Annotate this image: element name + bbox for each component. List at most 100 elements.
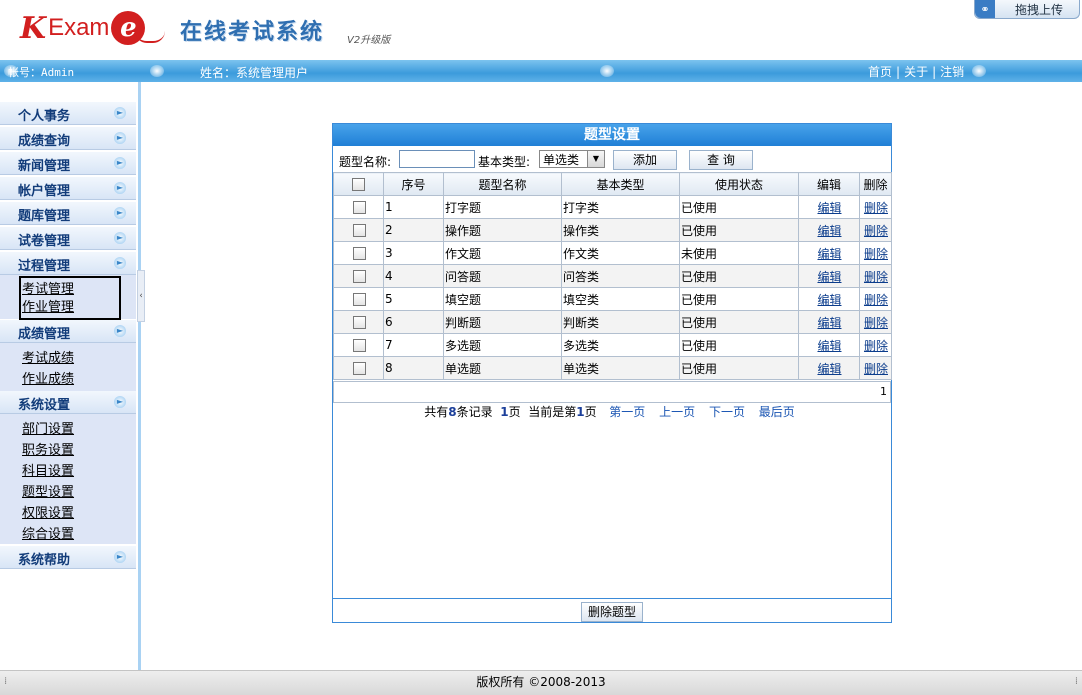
menu-question-bank[interactable]: 题库管理 ► <box>0 202 136 225</box>
sidebar-item-permission-settings[interactable]: 权限设置 <box>22 502 74 521</box>
delete-link[interactable]: 删除 <box>864 270 888 284</box>
next-page-link[interactable]: 下一页 <box>709 405 745 419</box>
table-row: 6 判断题 判断类 已使用 编辑 删除 <box>333 310 892 334</box>
row-select-cell <box>333 195 384 219</box>
row-select-cell <box>333 241 384 265</box>
row-base-type: 多选类 <box>561 333 680 357</box>
sidebar-item-homework-scores[interactable]: 作业成绩 <box>22 368 74 387</box>
column-header: 编辑 <box>798 172 860 196</box>
user-info-bar: 帐号：Admin 姓名：系统管理用户 首页 | 关于 | 注销 <box>0 60 1082 82</box>
sidebar-item-position-settings[interactable]: 职务设置 <box>22 439 74 458</box>
menu-score-management[interactable]: 成绩管理 ► <box>0 320 136 343</box>
about-link[interactable]: 关于 <box>904 65 928 79</box>
pager-pages: 1 <box>500 405 509 419</box>
menu-title-label: 成绩管理 <box>18 327 71 342</box>
edit-link[interactable]: 编辑 <box>817 362 841 376</box>
row-type-name: 作文题 <box>443 241 562 265</box>
row-checkbox[interactable] <box>352 247 366 260</box>
menu-title-label: 题库管理 <box>18 209 71 224</box>
base-type-value: 单选类 <box>543 153 580 167</box>
menu-system-help[interactable]: 系统帮助 ► <box>0 546 136 569</box>
pager-total-prefix: 共有 <box>424 405 449 419</box>
row-status: 已使用 <box>679 195 799 219</box>
edit-link[interactable]: 编辑 <box>817 224 841 238</box>
select-all-checkbox[interactable] <box>352 178 365 191</box>
row-number: 8 <box>383 356 444 380</box>
glow-decoration <box>600 65 614 77</box>
row-checkbox[interactable] <box>352 293 366 306</box>
app-logo: K Exam e <box>20 8 166 48</box>
menu-personal-affairs[interactable]: 个人事务 ► <box>0 102 136 125</box>
delete-link[interactable]: 删除 <box>864 201 888 215</box>
filter-bar: 题型名称: 基本类型: 单选类 ▼ 添加 查 询 <box>333 146 891 172</box>
row-number: 1 <box>383 195 444 219</box>
menu-arrow-icon: ► <box>114 232 126 244</box>
row-type-name: 填空题 <box>443 287 562 311</box>
base-type-select[interactable]: 单选类 ▼ <box>539 150 605 168</box>
chevron-down-icon[interactable]: ▼ <box>587 151 604 167</box>
row-base-type: 单选类 <box>561 356 680 380</box>
sidebar: 个人事务 ► 成绩查询 ► 新闻管理 ► 帐户管理 ► 题库管理 ► 试卷管理 ► 过程管理… <box>0 82 141 670</box>
menu-process-management[interactable]: 过程管理 ► <box>0 252 136 275</box>
menu-score-query[interactable]: 成绩查询 ► <box>0 127 136 150</box>
row-checkbox[interactable] <box>352 362 366 375</box>
sidebar-item-general-settings[interactable]: 综合设置 <box>22 523 74 542</box>
edit-link-cell: 编辑 <box>798 310 860 334</box>
pager: 共有8条记录 1页 当前是第1页 第一页 上一页 下一页 最后页 <box>333 403 891 420</box>
delete-link-cell: 删除 <box>859 195 892 219</box>
menu-paper-management[interactable]: 试卷管理 ► <box>0 227 136 250</box>
row-base-type: 操作类 <box>561 218 680 242</box>
row-checkbox[interactable] <box>352 316 366 329</box>
menu-arrow-icon: ► <box>114 257 126 269</box>
row-checkbox[interactable] <box>352 339 366 352</box>
menu-account-management[interactable]: 帐户管理 ► <box>0 177 136 200</box>
pager-total-suffix: 条记录 <box>456 405 493 419</box>
page-number-bar: 1 <box>333 381 891 403</box>
sidebar-item-subject-settings[interactable]: 科目设置 <box>22 460 74 479</box>
delete-link[interactable]: 删除 <box>864 362 888 376</box>
edit-link[interactable]: 编辑 <box>817 339 841 353</box>
edit-link[interactable]: 编辑 <box>817 293 841 307</box>
delete-link[interactable]: 删除 <box>864 293 888 307</box>
menu-news-management[interactable]: 新闻管理 ► <box>0 152 136 175</box>
edit-link-cell: 编辑 <box>798 218 860 242</box>
edit-link[interactable]: 编辑 <box>817 247 841 261</box>
menu-title-label: 成绩查询 <box>18 134 71 149</box>
question-type-table: 序号 题型名称 基本类型 使用状态 编辑 删除 1 打字题 打字类 已使用 编辑 删除 2 操… <box>333 172 892 380</box>
column-header: 题型名称 <box>443 172 562 196</box>
delete-question-types-button[interactable]: 删除题型 <box>581 602 643 622</box>
logout-link[interactable]: 注销 <box>940 65 964 79</box>
row-checkbox[interactable] <box>352 270 366 283</box>
menu-arrow-icon: ► <box>114 551 126 563</box>
edit-link[interactable]: 编辑 <box>817 316 841 330</box>
sidebar-item-department-settings[interactable]: 部门设置 <box>22 418 74 437</box>
link-separator: | <box>932 65 937 79</box>
home-link[interactable]: 首页 <box>868 65 892 79</box>
menu-title-label: 试卷管理 <box>18 234 71 249</box>
row-checkbox[interactable] <box>352 201 366 214</box>
row-checkbox[interactable] <box>352 224 366 237</box>
column-header: 使用状态 <box>679 172 799 196</box>
add-button[interactable]: 添加 <box>613 150 677 170</box>
delete-link[interactable]: 删除 <box>864 339 888 353</box>
first-page-link[interactable]: 第一页 <box>609 405 645 419</box>
last-page-link[interactable]: 最后页 <box>759 405 795 419</box>
sidebar-collapse-handle[interactable]: ‹ <box>137 270 145 322</box>
drag-upload-button[interactable]: ⚭ 拖拽上传 <box>974 0 1080 19</box>
query-button[interactable]: 查 询 <box>689 150 753 170</box>
row-base-type: 填空类 <box>561 287 680 311</box>
edit-link[interactable]: 编辑 <box>817 270 841 284</box>
delete-link[interactable]: 删除 <box>864 247 888 261</box>
edit-link[interactable]: 编辑 <box>817 201 841 215</box>
question-type-name-input[interactable] <box>399 150 475 168</box>
sidebar-item-exam-scores[interactable]: 考试成绩 <box>22 347 74 366</box>
sidebar-item-question-type-settings[interactable]: 题型设置 <box>22 481 74 500</box>
menu-system-settings[interactable]: 系统设置 ► <box>0 391 136 414</box>
prev-page-link[interactable]: 上一页 <box>659 405 695 419</box>
account-label: 帐号：Admin <box>8 66 75 79</box>
table-row: 8 单选题 单选类 已使用 编辑 删除 <box>333 356 892 380</box>
delete-link[interactable]: 删除 <box>864 316 888 330</box>
delete-link[interactable]: 删除 <box>864 224 888 238</box>
pager-pages-suffix: 页 <box>508 405 521 419</box>
column-header: 删除 <box>859 172 892 196</box>
